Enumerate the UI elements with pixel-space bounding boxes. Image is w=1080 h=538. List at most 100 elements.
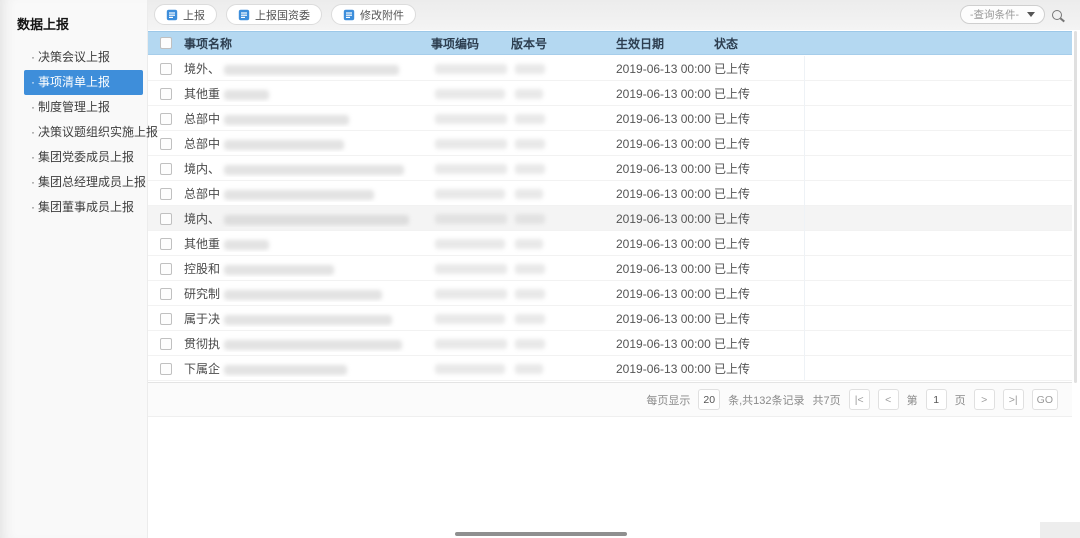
blurred-version-text (515, 139, 545, 149)
cell-item-name: 总部中 (184, 135, 431, 152)
blurred-version-text (515, 264, 545, 274)
blurred-code-text (435, 314, 505, 324)
per-page-input[interactable]: 20 (698, 389, 720, 410)
cell-item-code (431, 112, 511, 126)
sidebar-item-label: 决策议题组织实施上报 (38, 125, 158, 139)
table-row[interactable]: 总部中 2019-06-13 00:00 已上传 (148, 131, 1072, 156)
cell-item-code (431, 337, 511, 351)
blurred-version-text (515, 239, 543, 249)
query-condition-dropdown[interactable]: -查询条件- (960, 5, 1045, 24)
column-header-code[interactable]: 事项编码 (431, 35, 511, 52)
table-row[interactable]: 下属企 2019-06-13 00:00 已上传 (148, 356, 1072, 381)
sidebar-item[interactable]: ·决策会议上报 (24, 45, 143, 70)
sidebar-item[interactable]: ·集团党委成员上报 (24, 145, 143, 170)
horizontal-scrollbar[interactable] (455, 532, 627, 536)
cell-status: 已上传 (714, 356, 805, 381)
go-button[interactable]: GO (1032, 389, 1058, 410)
cell-status: 已上传 (714, 181, 805, 206)
scrollbar-corner (1040, 522, 1080, 538)
blurred-code-text (435, 289, 507, 299)
row-checkbox[interactable] (160, 188, 172, 200)
prev-page-button[interactable]: < (878, 389, 899, 410)
bullet-icon: · (31, 175, 35, 189)
report-button[interactable]: 上报 (154, 4, 217, 25)
cell-effective-date: 2019-06-13 00:00 (616, 237, 714, 251)
table-row[interactable]: 其他重 2019-06-13 00:00 已上传 (148, 231, 1072, 256)
table-row[interactable]: 控股和 2019-06-13 00:00 已上传 (148, 256, 1072, 281)
column-header-status[interactable]: 状态 (714, 35, 805, 52)
bullet-icon: · (31, 150, 35, 164)
cell-item-name: 控股和 (184, 260, 431, 277)
row-checkbox[interactable] (160, 338, 172, 350)
edit-attachment-button[interactable]: 修改附件 (331, 4, 416, 25)
row-checkbox[interactable] (160, 238, 172, 250)
row-checkbox-cell (148, 63, 184, 75)
sidebar-item[interactable]: ·决策议题组织实施上报 (24, 120, 143, 145)
table-row[interactable]: 境内、 2019-06-13 00:00 已上传 (148, 206, 1072, 231)
cell-item-code (431, 87, 511, 101)
table-row[interactable]: 境内、 2019-06-13 00:00 已上传 (148, 156, 1072, 181)
row-checkbox[interactable] (160, 363, 172, 375)
cell-status: 已上传 (714, 281, 805, 306)
table-row[interactable]: 贯彻执 2019-06-13 00:00 已上传 (148, 331, 1072, 356)
cell-version (511, 112, 616, 126)
sidebar-item[interactable]: ·集团董事成员上报 (24, 195, 143, 220)
blurred-name-text (224, 340, 402, 350)
sidebar-item-label: 决策会议上报 (38, 50, 110, 64)
first-page-button[interactable]: |< (849, 389, 870, 410)
row-checkbox[interactable] (160, 138, 172, 150)
report-sasac-button[interactable]: 上报国资委 (226, 4, 322, 25)
cell-item-code (431, 262, 511, 276)
sidebar-item[interactable]: ·事项清单上报 (24, 70, 143, 95)
edit-attachment-button-label: 修改附件 (360, 7, 404, 23)
sidebar-item[interactable]: ·集团总经理成员上报 (24, 170, 143, 195)
row-checkbox[interactable] (160, 163, 172, 175)
row-checkbox-cell (148, 313, 184, 325)
cell-status: 已上传 (714, 231, 805, 256)
row-checkbox[interactable] (160, 63, 172, 75)
row-checkbox[interactable] (160, 313, 172, 325)
sidebar-item[interactable]: ·制度管理上报 (24, 95, 143, 120)
cell-item-name: 总部中 (184, 110, 431, 127)
row-checkbox[interactable] (160, 113, 172, 125)
row-checkbox[interactable] (160, 263, 172, 275)
magnifier-icon[interactable] (1052, 10, 1062, 20)
blurred-code-text (435, 189, 505, 199)
table-row[interactable]: 研究制 2019-06-13 00:00 已上传 (148, 281, 1072, 306)
select-all-checkbox[interactable] (160, 37, 172, 49)
toolbar-buttons: 上报 上报国资委 修改附件 (154, 4, 425, 25)
cell-version (511, 187, 616, 201)
table-row[interactable]: 其他重 2019-06-13 00:00 已上传 (148, 81, 1072, 106)
bullet-icon: · (31, 125, 35, 139)
table-row[interactable]: 总部中 2019-06-13 00:00 已上传 (148, 181, 1072, 206)
row-checkbox[interactable] (160, 88, 172, 100)
blurred-code-text (435, 339, 507, 349)
header-checkbox-cell (148, 37, 184, 49)
blurred-name-text (224, 240, 269, 250)
table-row[interactable]: 境外、 2019-06-13 00:00 已上传 (148, 56, 1072, 81)
top-toolbar: 上报 上报国资委 修改附件 (148, 0, 1080, 30)
blurred-code-text (435, 264, 507, 274)
column-header-name[interactable]: 事项名称 (184, 35, 431, 52)
last-page-button[interactable]: >| (1003, 389, 1024, 410)
blurred-version-text (515, 64, 545, 74)
column-header-date[interactable]: 生效日期 (616, 35, 714, 52)
table-row[interactable]: 属于决 2019-06-13 00:00 已上传 (148, 306, 1072, 331)
blurred-version-text (515, 189, 543, 199)
sidebar-nav: ·决策会议上报 ·事项清单上报 ·制度管理上报 ·决策议题组织实施上报 ·集团党… (0, 45, 148, 220)
cell-version (511, 62, 616, 76)
cell-effective-date: 2019-06-13 00:00 (616, 287, 714, 301)
page-input[interactable]: 1 (926, 389, 947, 410)
row-checkbox[interactable] (160, 213, 172, 225)
vertical-scrollbar[interactable] (1074, 31, 1077, 383)
column-header-version[interactable]: 版本号 (511, 35, 616, 52)
blurred-version-text (515, 214, 545, 224)
table-row[interactable]: 总部中 2019-06-13 00:00 已上传 (148, 106, 1072, 131)
cell-item-code (431, 362, 511, 376)
row-checkbox[interactable] (160, 288, 172, 300)
row-checkbox-cell (148, 88, 184, 100)
blurred-name-text (224, 115, 349, 125)
next-page-button[interactable]: > (974, 389, 995, 410)
blurred-name-text (224, 315, 392, 325)
sidebar-title: 数据上报 (0, 0, 148, 45)
